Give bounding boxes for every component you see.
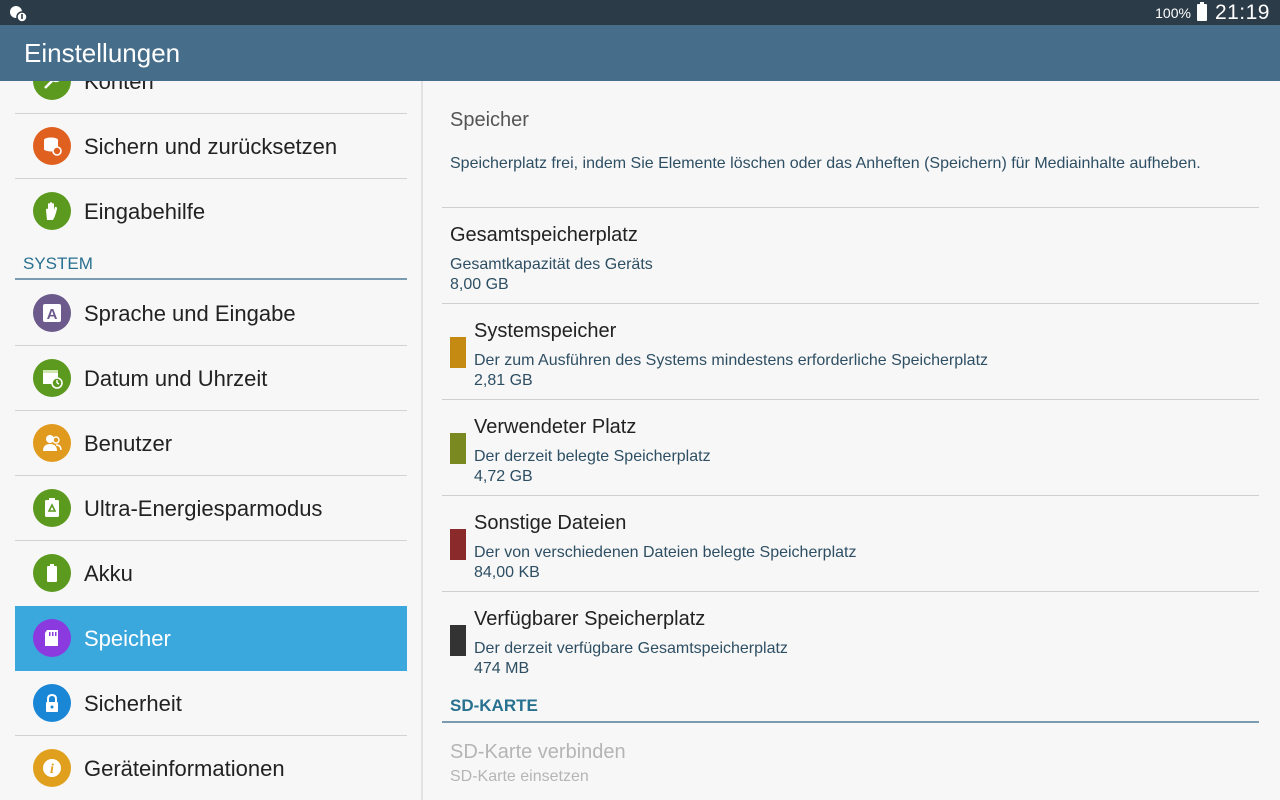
mount-sd-card-item: SD-Karte verbinden: [450, 741, 626, 763]
sidebar-item-sprache[interactable]: A Sprache und Eingabe: [15, 281, 407, 346]
storage-row-used: Verwendeter Platz Der derzeit belegte Sp…: [442, 400, 1259, 496]
color-swatch: [450, 625, 466, 656]
sidebar-item-sicherheit[interactable]: Sicherheit: [15, 671, 407, 736]
sidebar-item-sichern[interactable]: Sichern und zurücksetzen: [15, 114, 407, 179]
storage-row-title: Systemspeicher: [474, 320, 617, 342]
storage-row-system: Systemspeicher Der zum Ausführen des Sys…: [442, 304, 1259, 400]
total-storage-row: Gesamtspeicherplatz Gesamtkapazität des …: [442, 208, 1259, 304]
sidebar-item-eingabehilfe[interactable]: Eingabehilfe: [15, 179, 407, 244]
sidebar-item-benutzer[interactable]: Benutzer: [15, 411, 407, 476]
info-icon: i: [33, 749, 71, 787]
backup-icon: [33, 127, 71, 165]
notification-icon: [10, 6, 28, 23]
calendar-clock-icon: [33, 359, 71, 397]
battery-percent: 100%: [1155, 4, 1191, 21]
sidebar-item-label: Eingabehilfe: [84, 199, 206, 224]
color-swatch: [450, 337, 466, 368]
settings-sidebar[interactable]: Konten Sichern und zurücksetzen Eingabeh…: [0, 81, 421, 800]
storage-row-value: 84,00 KB: [474, 564, 540, 581]
color-swatch: [450, 529, 466, 560]
status-bar: 100% 21:19: [0, 0, 1280, 25]
storage-detail-pane[interactable]: Speicher Speicherplatz frei, indem Sie E…: [423, 81, 1280, 800]
color-swatch: [450, 433, 466, 464]
battery-icon: [33, 554, 71, 592]
section-header-system: SYSTEM: [15, 249, 407, 280]
sidebar-item-label: Datum und Uhrzeit: [84, 366, 268, 391]
storage-row-available: Verfügbarer Speicherplatz Der derzeit ve…: [442, 592, 1259, 688]
sd-card-icon: [33, 619, 71, 657]
clock: 21:19: [1214, 0, 1270, 24]
storage-row-title: Verfügbarer Speicherplatz: [474, 608, 706, 630]
storage-row-title: Sonstige Dateien: [474, 512, 627, 534]
sidebar-item-label: Akku: [84, 561, 133, 586]
sidebar-item-label: Sicherheit: [84, 691, 182, 716]
storage-row-subtitle: Der von verschiedenen Dateien belegte Sp…: [474, 544, 857, 561]
sidebar-item-label: Sichern und zurücksetzen: [84, 134, 338, 159]
total-storage-subtitle: Gesamtkapazität des Geräts: [450, 256, 653, 273]
sidebar-item-label: Geräteinformationen: [84, 756, 285, 781]
sidebar-item-ultra-energiesparmodus[interactable]: Ultra-Energiesparmodus: [15, 476, 407, 541]
page-title: Einstellungen: [24, 38, 181, 68]
recycle-battery-icon: [33, 489, 71, 527]
users-icon: [33, 424, 71, 462]
sidebar-item-speicher[interactable]: Speicher: [15, 606, 407, 671]
sidebar-item-datum[interactable]: Datum und Uhrzeit: [15, 346, 407, 411]
storage-row-subtitle: Der derzeit verfügbare Gesamtspeicherpla…: [474, 640, 788, 657]
lock-icon: [33, 684, 71, 722]
storage-row-misc: Sonstige Dateien Der von verschiedenen D…: [442, 496, 1259, 592]
detail-header: Speicher: [450, 109, 529, 131]
total-storage-value: 8,00 GB: [450, 276, 509, 293]
sidebar-item-label: Konten: [84, 81, 154, 94]
storage-row-value: 2,81 GB: [474, 372, 533, 389]
sidebar-item-konten[interactable]: Konten: [15, 81, 407, 114]
sidebar-item-label: Speicher: [84, 626, 171, 651]
section-label: SYSTEM: [23, 254, 93, 273]
sidebar-item-label: Ultra-Energiesparmodus: [84, 496, 323, 521]
storage-description: Speicherplatz frei, indem Sie Elemente l…: [450, 155, 1201, 172]
language-icon: A: [33, 294, 71, 332]
battery-icon: [1196, 2, 1207, 21]
storage-row-value: 4,72 GB: [474, 468, 533, 485]
section-label: SD-KARTE: [450, 696, 538, 715]
svg-text:A: A: [47, 306, 58, 323]
storage-row-value: 474 MB: [474, 660, 530, 677]
hand-icon: [33, 192, 71, 230]
section-header-sd-card: SD-KARTE: [442, 694, 1259, 723]
sidebar-item-geraeteinformationen[interactable]: i Geräteinformationen: [15, 736, 407, 800]
key-icon: [33, 81, 71, 100]
mount-sd-card-subtitle: SD-Karte einsetzen: [450, 768, 589, 785]
sidebar-item-akku[interactable]: Akku: [15, 541, 407, 606]
sidebar-item-label: Benutzer: [84, 431, 173, 456]
storage-row-subtitle: Der zum Ausführen des Systems mindestens…: [474, 352, 989, 369]
total-storage-title: Gesamtspeicherplatz: [450, 224, 638, 246]
storage-row-title: Verwendeter Platz: [474, 416, 637, 438]
svg-text:i: i: [50, 762, 54, 777]
sidebar-item-label: Sprache und Eingabe: [84, 301, 296, 326]
action-bar: Einstellungen: [0, 25, 1280, 81]
storage-row-subtitle: Der derzeit belegte Speicherplatz: [474, 448, 711, 465]
